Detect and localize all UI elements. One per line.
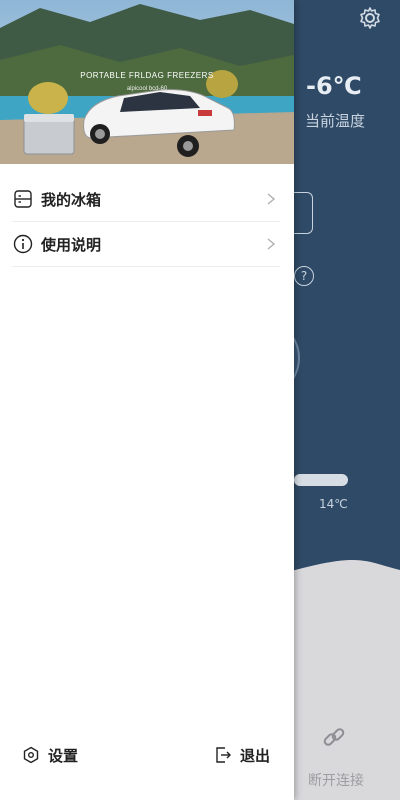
info-icon xyxy=(13,234,33,254)
link-icon[interactable] xyxy=(321,724,347,750)
help-icon[interactable]: ? xyxy=(294,266,314,286)
settings-label: 设置 xyxy=(48,746,79,765)
banner-image: PORTABLE FRLDAG FREEZERS alpicool bcd-60 xyxy=(0,0,294,164)
settings-hexagon-icon xyxy=(23,746,39,764)
menu-item-label: 我的冰箱 xyxy=(41,190,102,209)
banner-subtitle: alpicool bcd-60 xyxy=(126,86,168,92)
menu-item-instructions[interactable]: 使用说明 xyxy=(12,222,280,267)
disconnect-button[interactable]: 断开连接 xyxy=(308,770,364,790)
logout-button[interactable]: 退出 xyxy=(214,740,270,770)
gear-icon[interactable] xyxy=(358,6,382,30)
current-temperature-label: 当前温度 xyxy=(305,112,366,130)
chevron-right-icon xyxy=(267,193,276,205)
current-temperature: -6℃ xyxy=(306,72,362,100)
menu-item-my-fridge[interactable]: 我的冰箱 xyxy=(12,177,280,222)
logout-label: 退出 xyxy=(240,746,271,765)
banner-title: PORTABLE FRLDAG FREEZERS xyxy=(80,71,214,80)
slider-value-label: 14℃ xyxy=(319,497,348,511)
chevron-right-icon xyxy=(267,238,276,250)
logout-icon xyxy=(216,747,231,763)
temperature-slider[interactable] xyxy=(294,474,348,486)
settings-button[interactable]: 设置 xyxy=(22,740,78,770)
menu-item-label: 使用说明 xyxy=(41,235,102,254)
fridge-list-icon xyxy=(14,190,32,208)
side-drawer: PORTABLE FRLDAG FREEZERS alpicool bcd-60… xyxy=(0,0,294,800)
